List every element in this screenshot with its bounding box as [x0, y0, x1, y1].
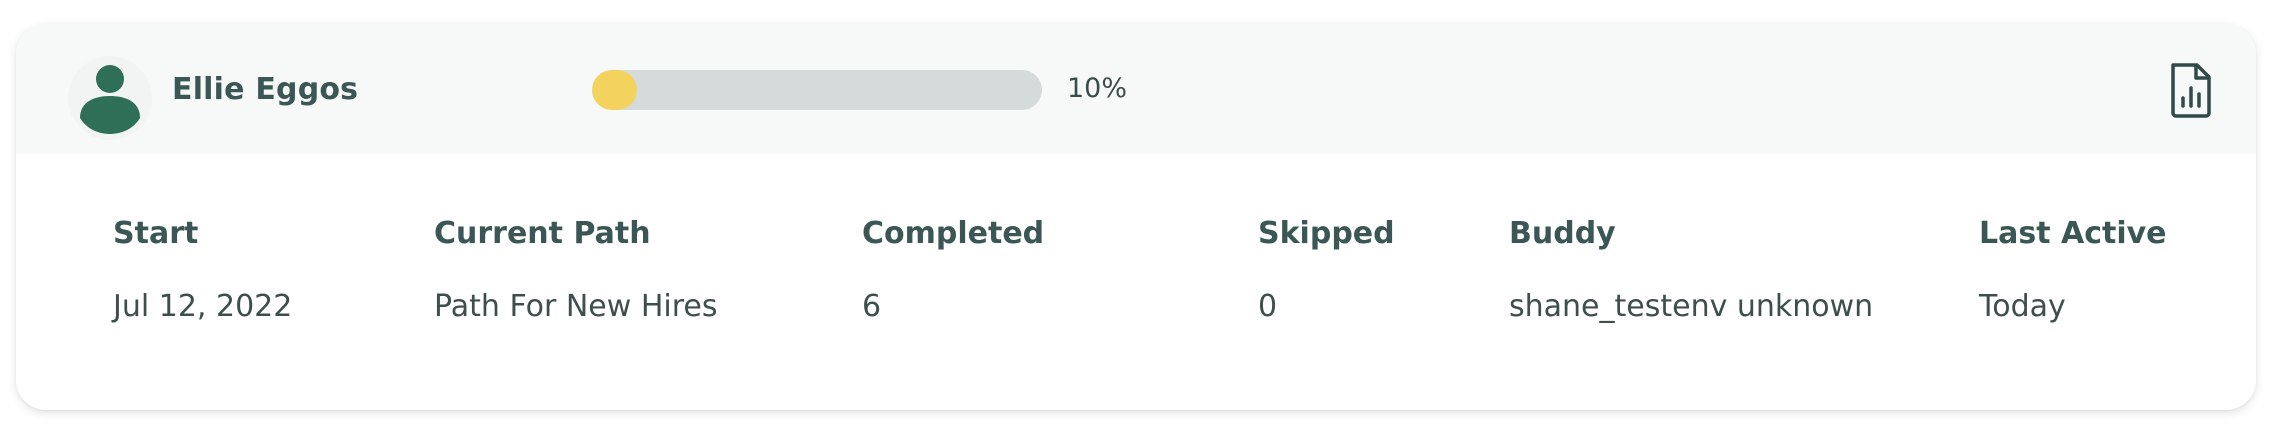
progress-percent: 10%	[1067, 73, 1128, 104]
detail-completed: Completed 6	[862, 216, 1044, 324]
detail-value: 6	[862, 289, 882, 324]
user-avatar-icon	[80, 65, 140, 134]
detail-value: Path For New Hires	[434, 289, 718, 324]
progress-bar	[592, 70, 1042, 110]
user-name: Ellie Eggos	[172, 72, 359, 107]
detail-value: 0	[1258, 289, 1278, 324]
file-report-chart-icon[interactable]	[2168, 62, 2214, 118]
detail-header: Skipped	[1258, 216, 1395, 251]
detail-header: Buddy	[1509, 216, 1616, 251]
detail-value: Jul 12, 2022	[113, 289, 293, 324]
avatar	[68, 56, 152, 140]
detail-skipped: Skipped 0	[1258, 216, 1395, 324]
detail-value: Today	[1979, 289, 2066, 324]
progress-bar-fill	[592, 70, 637, 110]
detail-last-active: Last Active Today	[1979, 216, 2167, 324]
detail-start: Start Jul 12, 2022	[113, 216, 292, 324]
detail-header: Start	[113, 216, 199, 251]
card-header: Ellie Eggos 10%	[16, 24, 2256, 154]
detail-header: Current Path	[434, 216, 651, 251]
user-progress-card: Ellie Eggos 10% Start Jul 12, 2022 Curre…	[16, 24, 2256, 410]
detail-header: Completed	[862, 216, 1045, 251]
detail-current-path: Current Path Path For New Hires	[434, 216, 717, 324]
detail-value: shane_testenv unknown	[1509, 289, 1874, 324]
detail-buddy: Buddy shane_testenv unknown	[1509, 216, 1873, 324]
detail-header: Last Active	[1979, 216, 2167, 251]
